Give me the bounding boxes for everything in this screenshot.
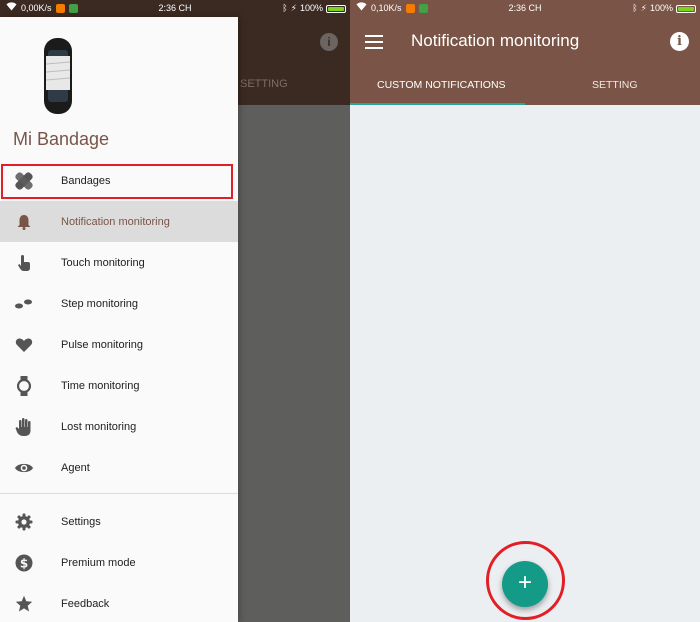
app-bar: Notification monitoring i CUSTOM NOTIFIC… (350, 17, 700, 105)
tab-indicator (350, 103, 525, 105)
menu-item-notification-monitoring[interactable]: Notification monitoring (0, 201, 238, 242)
background-tab-setting: SETTING (240, 78, 288, 90)
navigation-drawer: Mi Bandage Bandages Notification monitor… (0, 17, 238, 622)
menu-item-agent[interactable]: Agent (0, 447, 238, 488)
tab-setting[interactable]: SETTING (592, 79, 638, 91)
menu-item-settings[interactable]: Settings (0, 501, 238, 542)
left-screen: 0,00K/s 2:36 CH ᛒ ⚡ 100% i SETTING Mi Ba… (0, 0, 350, 622)
menu-item-touch-monitoring[interactable]: Touch monitoring (0, 242, 238, 283)
bluetooth-icon: ᛒ (282, 3, 288, 13)
info-icon: i (320, 33, 338, 51)
bell-icon (14, 212, 34, 232)
footsteps-icon (14, 294, 34, 314)
status-bar: 0,00K/s 2:36 CH ᛒ ⚡ 100% (0, 0, 350, 17)
highlight-annotation-circle (486, 541, 565, 620)
charging-icon: ⚡ (640, 3, 647, 13)
battery-icon (676, 4, 696, 13)
touch-icon (14, 253, 34, 273)
heart-icon (14, 335, 34, 355)
gear-icon (14, 512, 34, 532)
menu-item-label: Feedback (61, 597, 110, 610)
tab-custom-notifications[interactable]: CUSTOM NOTIFICATIONS (377, 79, 506, 91)
battery-percent: 100% (649, 3, 673, 13)
menu-item-label: Agent (61, 461, 90, 474)
menu-item-label: Time monitoring (61, 379, 140, 392)
bluetooth-icon: ᛒ (632, 3, 638, 13)
menu-item-label: Touch monitoring (61, 256, 145, 269)
charging-icon: ⚡ (290, 3, 297, 13)
star-icon (14, 594, 34, 614)
menu-item-label: Premium mode (61, 556, 136, 569)
menu-item-step-monitoring[interactable]: Step monitoring (0, 283, 238, 324)
menu-item-label: Settings (61, 515, 101, 528)
status-bar: 0,10K/s 2:36 CH ᛒ ⚡ 100% (350, 0, 700, 17)
mi-band-image (44, 38, 72, 114)
eye-icon (14, 458, 34, 478)
page-title: Notification monitoring (411, 31, 580, 50)
battery-icon (326, 4, 346, 13)
hand-icon (14, 417, 34, 437)
menu-item-time-monitoring[interactable]: Time monitoring (0, 365, 238, 406)
menu-item-premium-mode[interactable]: $ Premium mode (0, 542, 238, 583)
drawer-title: Mi Bandage (13, 129, 110, 149)
highlight-annotation-box (1, 164, 233, 199)
menu-item-lost-monitoring[interactable]: Lost monitoring (0, 406, 238, 447)
battery-percent: 100% (299, 3, 323, 13)
menu-item-label: Lost monitoring (61, 420, 137, 433)
info-icon[interactable]: i (670, 32, 689, 51)
drawer-divider (0, 493, 238, 494)
svg-text:$: $ (20, 556, 28, 570)
menu-item-label: Step monitoring (61, 297, 139, 310)
watch-icon (14, 375, 34, 396)
right-screen: 0,10K/s 2:36 CH ᛒ ⚡ 100% Notification mo… (350, 0, 700, 622)
menu-icon[interactable] (365, 35, 383, 49)
menu-item-pulse-monitoring[interactable]: Pulse monitoring (0, 324, 238, 365)
menu-item-label: Notification monitoring (61, 215, 170, 228)
dollar-icon: $ (14, 553, 34, 573)
menu-item-feedback[interactable]: Feedback (0, 583, 238, 622)
menu-item-label: Pulse monitoring (61, 338, 143, 351)
